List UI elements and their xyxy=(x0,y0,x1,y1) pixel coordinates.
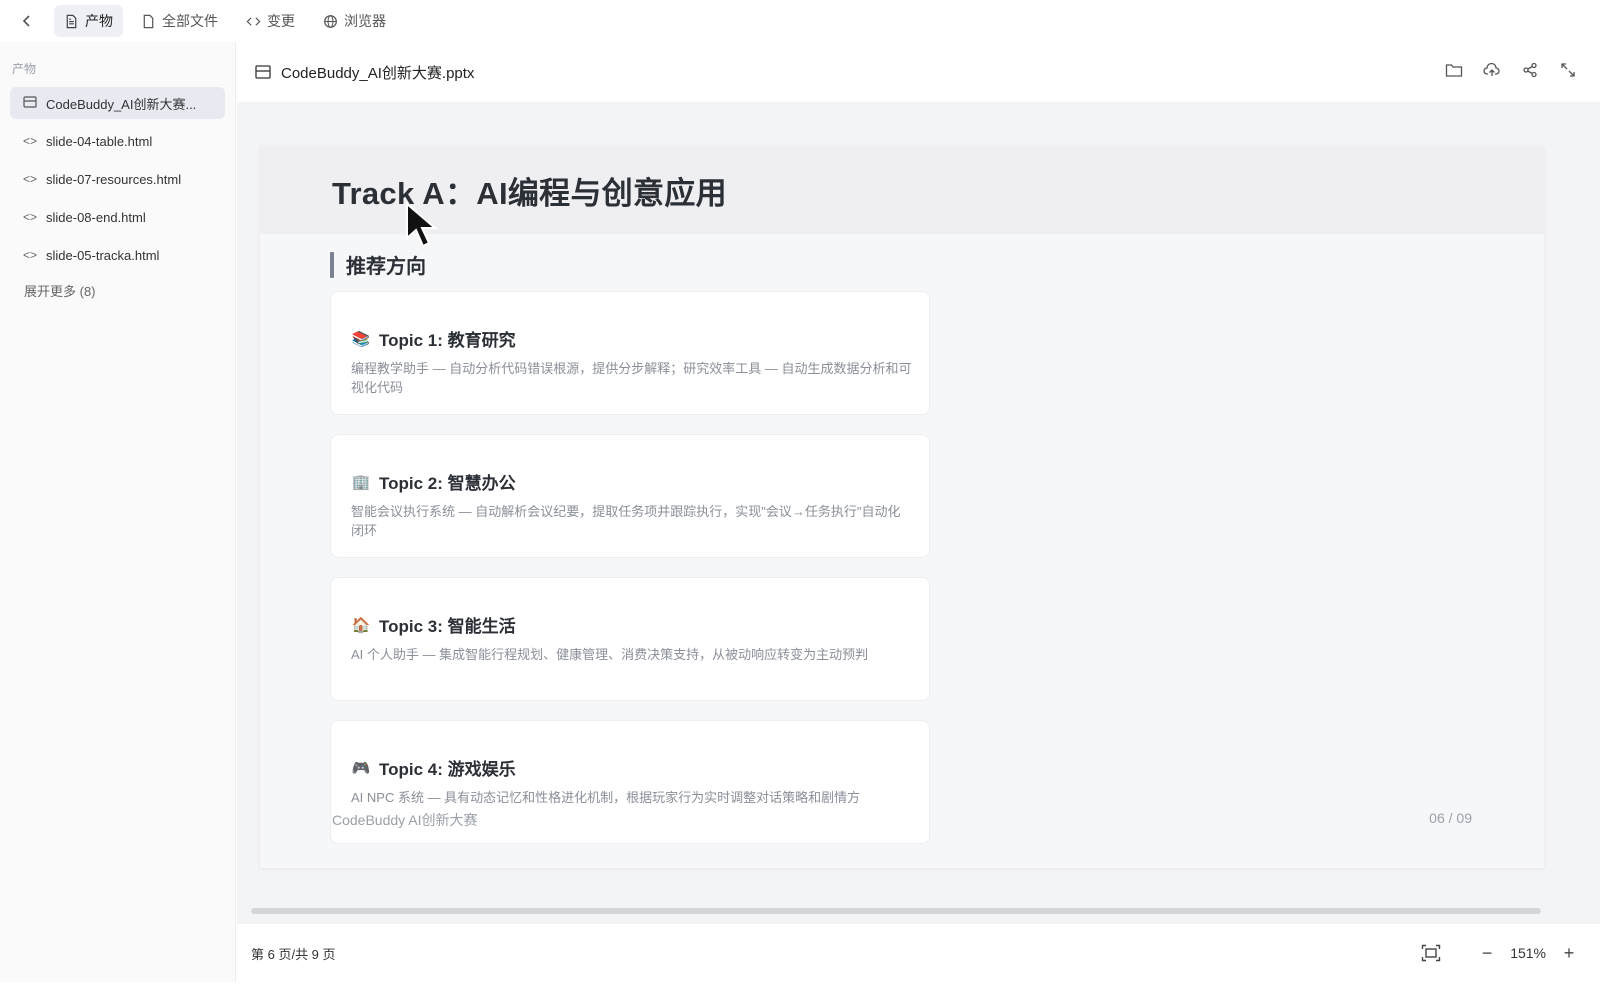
slide-preview: Track A：AI编程与创意应用 推荐方向 📚 Topic 1: 教育研究 编… xyxy=(260,146,1544,868)
sidebar-item-pptx[interactable]: CodeBuddy_AI创新大赛... xyxy=(10,87,225,119)
fit-to-screen-button[interactable] xyxy=(1420,942,1442,964)
code-icon: <> xyxy=(22,134,37,148)
topic-description: 智能会议执行系统 — 自动解析会议纪要，提取任务项并跟踪执行，实现"会议→任务执… xyxy=(351,504,901,538)
topic-description: AI 个人助手 — 集成智能行程规划、健康管理、消费决策支持，从被动响应转变为主… xyxy=(351,647,869,662)
chevron-left-icon xyxy=(22,15,30,27)
horizontal-scrollbar[interactable] xyxy=(251,908,1541,914)
tab-browser[interactable]: 浏览器 xyxy=(313,5,396,37)
office-building-icon: 🏢 xyxy=(351,473,371,491)
slides-icon xyxy=(255,65,271,79)
topic-title: 🎮 Topic 4: 游戏娱乐 xyxy=(351,755,913,780)
tab-label: 产物 xyxy=(85,13,113,29)
game-controller-icon: 🎮 xyxy=(351,759,371,777)
sidebar-item-slide-04[interactable]: <> slide-04-table.html xyxy=(10,125,225,157)
books-icon: 📚 xyxy=(351,330,371,348)
zoom-in-button[interactable]: + xyxy=(1560,943,1578,964)
main-panel: CodeBuddy_AI创新大赛.pptx Track A：AI编程与创意应用 … xyxy=(237,42,1600,982)
top-nav-bar: 产物 全部文件 变更 浏览器 xyxy=(0,0,1600,42)
slide-footer-brand: CodeBuddy AI创新大赛 xyxy=(332,812,478,828)
tab-label: 变更 xyxy=(267,13,295,29)
zoom-controls: − 151% + xyxy=(1420,942,1578,964)
sidebar-item-slide-05[interactable]: <> slide-05-tracka.html xyxy=(10,239,225,271)
document-icon xyxy=(66,14,77,28)
bottom-bar: 第 6 页/共 9 页 − 151% + xyxy=(237,924,1600,982)
header-actions xyxy=(1444,60,1578,80)
topic-card-3: 🏠 Topic 3: 智能生活 AI 个人助手 — 集成智能行程规划、健康管理、… xyxy=(330,577,930,701)
file-label: slide-04-table.html xyxy=(46,133,153,149)
topic-description: 编程教学助手 — 自动分析代码错误根源，提供分步解释；研究效率工具 — 自动生成… xyxy=(351,361,912,395)
share-icon xyxy=(1523,62,1537,78)
sidebar-item-slide-07[interactable]: <> slide-07-resources.html xyxy=(10,163,225,195)
tab-artifacts[interactable]: 产物 xyxy=(54,5,123,37)
topic-title: 🏢 Topic 2: 智慧办公 xyxy=(351,469,913,494)
mouse-pointer-icon xyxy=(405,201,445,255)
zoom-out-button[interactable]: − xyxy=(1478,943,1496,964)
zoom-level: 151% xyxy=(1510,945,1546,961)
expand-more-link[interactable]: 展开更多 (8) xyxy=(10,281,225,300)
file-icon xyxy=(143,14,154,28)
topic-title-text: Topic 4: 游戏娱乐 xyxy=(379,760,516,779)
file-label: slide-05-tracka.html xyxy=(46,247,160,263)
topic-card-2: 🏢 Topic 2: 智慧办公 智能会议执行系统 — 自动解析会议纪要，提取任务… xyxy=(330,434,930,558)
tab-changes[interactable]: 变更 xyxy=(236,5,305,37)
slides-icon xyxy=(22,95,38,111)
file-label: slide-08-end.html xyxy=(46,209,146,225)
tab-all-files[interactable]: 全部文件 xyxy=(131,5,228,37)
document-title-text: CodeBuddy_AI创新大赛.pptx xyxy=(281,64,475,82)
globe-icon xyxy=(324,14,337,28)
topic-title-text: Topic 2: 智慧办公 xyxy=(379,474,516,493)
document-title: CodeBuddy_AI创新大赛.pptx xyxy=(255,62,474,83)
topic-title: 🏠 Topic 3: 智能生活 xyxy=(351,612,913,637)
upload-button[interactable] xyxy=(1482,60,1502,80)
fullscreen-button[interactable] xyxy=(1558,60,1578,80)
topic-card-1: 📚 Topic 1: 教育研究 编程教学助手 — 自动分析代码错误根源，提供分步… xyxy=(330,291,930,415)
file-label: CodeBuddy_AI创新大赛... xyxy=(46,96,197,112)
back-button[interactable] xyxy=(12,6,42,36)
fit-screen-icon xyxy=(1421,944,1441,962)
share-button[interactable] xyxy=(1520,60,1540,80)
topic-title-text: Topic 3: 智能生活 xyxy=(379,617,516,636)
upload-cloud-icon xyxy=(1483,62,1500,76)
sidebar-header: 产物 xyxy=(12,62,37,76)
code-icon xyxy=(246,16,261,26)
folder-icon xyxy=(1445,64,1463,77)
document-header: CodeBuddy_AI创新大赛.pptx xyxy=(237,42,1600,102)
tab-label: 浏览器 xyxy=(344,13,386,29)
topic-title: 📚 Topic 1: 教育研究 xyxy=(351,326,913,351)
slide-title: Track A：AI编程与创意应用 xyxy=(332,176,727,211)
slide-page-number: 06 / 09 xyxy=(1429,810,1472,826)
open-folder-button[interactable] xyxy=(1444,60,1464,80)
topic-description: AI NPC 系统 — 具有动态记忆和性格进化机制，根据玩家行为实时调整对话策略… xyxy=(351,790,861,805)
section-accent-bar xyxy=(330,251,334,278)
code-icon: <> xyxy=(22,210,37,224)
page-indicator: 第 6 页/共 9 页 xyxy=(251,946,336,962)
tab-label: 全部文件 xyxy=(162,13,218,29)
file-label: slide-07-resources.html xyxy=(46,171,182,187)
sidebar-item-slide-08[interactable]: <> slide-08-end.html xyxy=(10,201,225,233)
code-icon: <> xyxy=(22,248,37,262)
house-icon: 🏠 xyxy=(351,616,371,634)
sidebar: 产物 CodeBuddy_AI创新大赛... <> slide-04-table… xyxy=(0,42,236,982)
code-icon: <> xyxy=(22,172,37,186)
expand-icon xyxy=(1561,63,1575,77)
topic-title-text: Topic 1: 教育研究 xyxy=(379,331,516,350)
